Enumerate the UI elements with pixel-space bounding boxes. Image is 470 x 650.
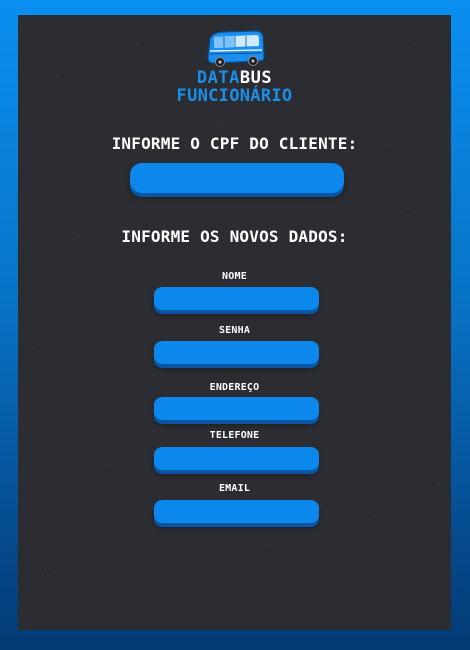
cpf-input[interactable] xyxy=(130,163,344,193)
endereco-field[interactable] xyxy=(154,397,319,420)
telefone-label: TELEFONE xyxy=(209,430,260,441)
senha-field[interactable] xyxy=(154,341,319,364)
cpf-heading: INFORME O CPF DO CLIENTE: xyxy=(111,134,358,153)
new-data-heading: INFORME OS NOVOS DADOS: xyxy=(121,227,348,246)
telefone-field[interactable] xyxy=(154,447,319,470)
endereco-label: ENDEREÇO xyxy=(209,382,260,393)
logo-word-bus: BUS xyxy=(239,68,273,88)
databus-logo: DATABUS FUNCIONÁRIO xyxy=(18,29,451,105)
logo-wordmark: DATABUS xyxy=(18,70,451,87)
senha-label: SENHA xyxy=(218,325,251,336)
logo-word-data: DATA xyxy=(196,68,240,88)
form-panel: DATABUS FUNCIONÁRIO INFORME O CPF DO CLI… xyxy=(18,15,451,630)
email-label: EMAIL xyxy=(218,483,251,494)
nome-label: NOME xyxy=(222,271,247,282)
nome-field[interactable] xyxy=(154,287,319,310)
logo-subtitle: FUNCIONÁRIO xyxy=(176,86,293,106)
bus-icon xyxy=(206,30,265,67)
email-field[interactable] xyxy=(154,500,319,523)
